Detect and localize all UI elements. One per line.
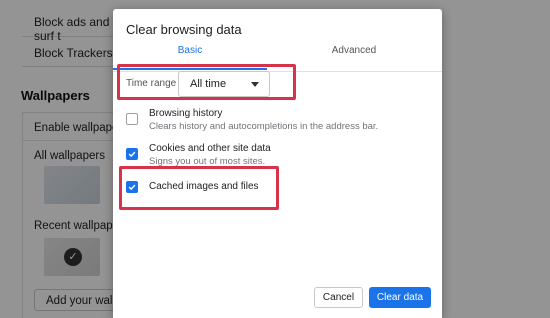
checkmark-icon [128,151,136,158]
tab-advanced[interactable]: Advanced [277,42,431,71]
clear-data-button[interactable]: Clear data [369,287,431,308]
cancel-button[interactable]: Cancel [314,287,363,308]
cached-images-highlight-box [119,166,279,210]
cookies-title: Cookies and other site data [149,143,271,154]
browsing-history-checkbox[interactable] [126,113,138,125]
clear-browsing-data-dialog: Clear browsing data Basic Advanced Time … [113,9,442,318]
dialog-title: Clear browsing data [126,22,242,37]
option-browsing-history: Browsing history Clears history and auto… [126,108,426,134]
browsing-history-description: Clears history and autocompletions in th… [149,121,379,132]
time-range-highlight-box [117,64,296,100]
browsing-history-title: Browsing history [149,108,223,119]
cookies-checkbox[interactable] [126,148,138,160]
